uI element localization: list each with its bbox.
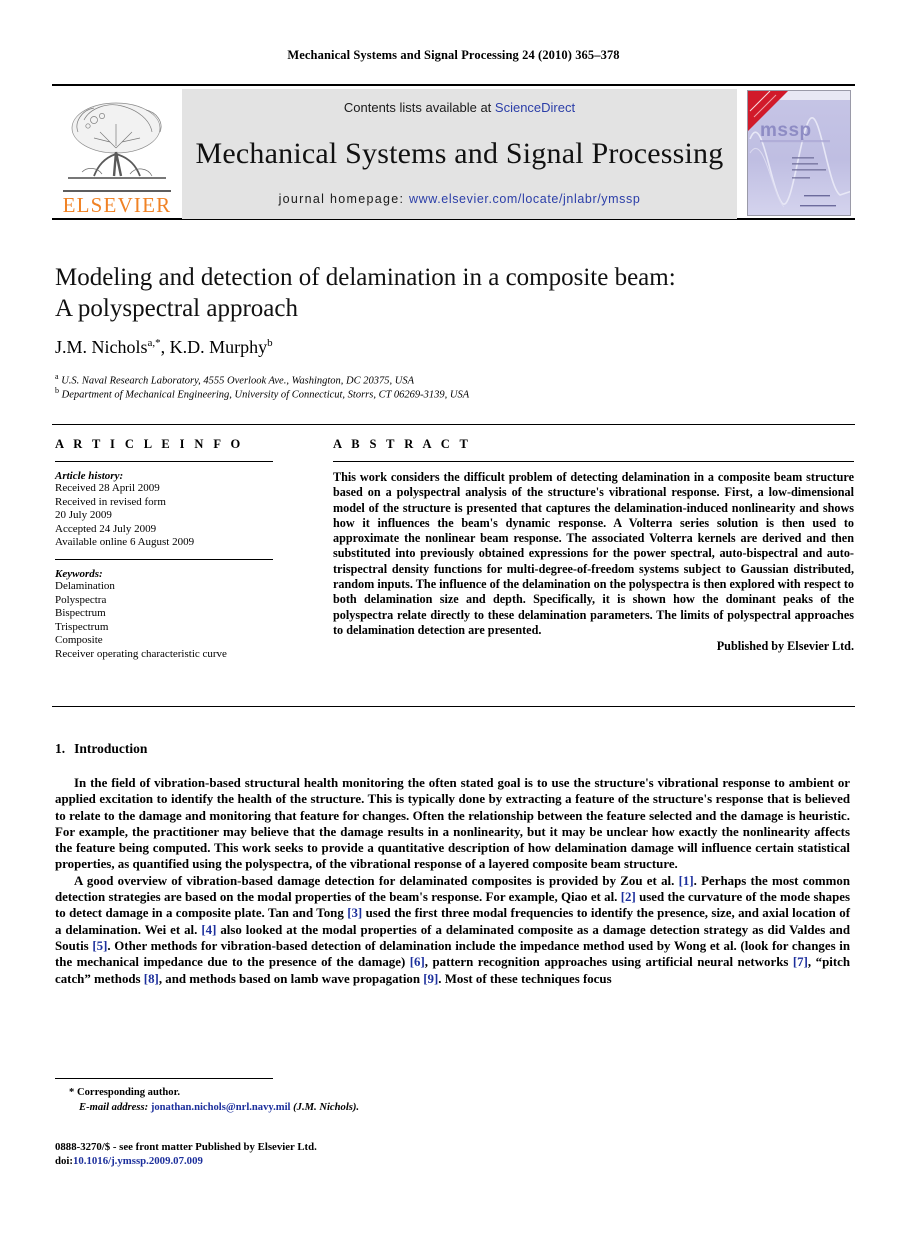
keywords-block: Keywords: Delamination Polyspectra Bispe… bbox=[55, 568, 273, 662]
article-history-heading: Article history: bbox=[55, 470, 124, 482]
elsevier-logo-rule bbox=[63, 190, 171, 192]
history-item: Received in revised form bbox=[55, 495, 166, 508]
keyword-item: Receiver operating characteristic curve bbox=[55, 647, 227, 660]
author-list: J.M. Nicholsa,*, K.D. Murphyb bbox=[55, 337, 273, 357]
keywords-divider bbox=[55, 558, 273, 560]
citation-link[interactable]: [6] bbox=[410, 955, 425, 969]
affiliation-b-mark: b bbox=[55, 386, 59, 395]
info-rule-bottom bbox=[52, 706, 855, 707]
contents-available-line: Contents lists available at ScienceDirec… bbox=[344, 100, 575, 115]
paragraph: In the field of vibration-based structur… bbox=[55, 775, 850, 873]
footnote-rule bbox=[55, 1078, 273, 1079]
sciencedirect-link[interactable]: ScienceDirect bbox=[495, 100, 575, 115]
author-name-1: J.M. Nichols bbox=[55, 337, 148, 357]
history-item: 20 July 2009 bbox=[55, 509, 112, 522]
doi-line: doi:10.1016/j.ymssp.2009.07.009 bbox=[55, 1154, 575, 1168]
journal-title: Mechanical Systems and Signal Processing bbox=[195, 136, 724, 170]
article-info-divider bbox=[55, 461, 273, 462]
section-number: 1. bbox=[55, 741, 66, 756]
keyword-item: Polyspectra bbox=[55, 593, 107, 606]
elsevier-wordmark: ELSEVIER bbox=[62, 193, 172, 217]
citation-link[interactable]: [4] bbox=[201, 923, 216, 937]
text-run: , and methods based on lamb wave propaga… bbox=[158, 971, 424, 986]
article-title-line-1: Modeling and detection of delamination i… bbox=[55, 264, 676, 291]
footnote-block: * Corresponding author. E-mail address: … bbox=[55, 1086, 575, 1115]
doi-label: doi: bbox=[55, 1155, 73, 1168]
journal-cover-thumbnail[interactable]: mssp bbox=[747, 89, 855, 219]
issn-line: 0888-3270/$ - see front matter Published… bbox=[55, 1141, 317, 1153]
abstract-publisher-note: Published by Elsevier Ltd. bbox=[716, 639, 854, 654]
author-name-2: K.D. Murphy bbox=[169, 337, 268, 357]
affiliation-b: b Department of Mechanical Engineering, … bbox=[55, 384, 845, 403]
author-marks-1: a,* bbox=[147, 337, 161, 349]
article-title-line-2: A polyspectral approach bbox=[55, 295, 298, 322]
info-rule-top bbox=[52, 424, 855, 425]
email-address-note: E-mail address: jonathan.nichols@nrl.nav… bbox=[55, 1101, 575, 1116]
article-history-block: Article history: Received 28 April 2009 … bbox=[55, 470, 273, 550]
contents-prefix: Contents lists available at bbox=[343, 100, 495, 115]
history-item: Received 28 April 2009 bbox=[55, 482, 160, 494]
abstract-body: This work considers the difficult proble… bbox=[333, 470, 854, 637]
citation-link[interactable]: [5] bbox=[92, 939, 107, 953]
svg-text:mssp: mssp bbox=[760, 120, 812, 141]
journal-homepage-line: journal homepage: www.elsevier.com/locat… bbox=[279, 192, 641, 206]
citation-link[interactable]: [9] bbox=[423, 972, 438, 986]
section-title: Introduction bbox=[74, 741, 148, 756]
contents-panel: Contents lists available at ScienceDirec… bbox=[182, 89, 737, 219]
citation-link[interactable]: [1] bbox=[679, 874, 694, 888]
affiliation-b-text: Department of Mechanical Engineering, Un… bbox=[61, 389, 470, 401]
elsevier-tree-icon bbox=[64, 98, 170, 190]
section-heading-introduction: 1. Introduction bbox=[55, 741, 147, 757]
running-head: Mechanical Systems and Signal Processing… bbox=[287, 48, 620, 62]
text-run: In the field of vibration-based structur… bbox=[55, 776, 850, 872]
elsevier-logo: ELSEVIER bbox=[52, 89, 182, 219]
author-marks-2: b bbox=[267, 337, 273, 349]
citation-link[interactable]: [8] bbox=[144, 972, 159, 986]
affiliation-a-mark: a bbox=[55, 372, 59, 381]
citation-link[interactable]: [7] bbox=[793, 955, 808, 969]
keywords-heading: Keywords: bbox=[55, 567, 103, 580]
journal-homepage-link[interactable]: www.elsevier.com/locate/jnlabr/ymssp bbox=[409, 192, 640, 206]
paragraph: A good overview of vibration-based damag… bbox=[55, 873, 850, 987]
history-item: Available online 6 August 2009 bbox=[55, 536, 195, 549]
keyword-item: Bispectrum bbox=[55, 607, 106, 620]
imprint-block: 0888-3270/$ - see front matter Published… bbox=[55, 1140, 575, 1168]
journal-article-page: Mechanical Systems and Signal Processing… bbox=[0, 0, 907, 1238]
abstract-heading: A B S T R A C T bbox=[333, 437, 472, 451]
text-run: A good overview of vibration-based damag… bbox=[74, 873, 679, 888]
article-info-heading: A R T I C L E I N F O bbox=[55, 437, 244, 451]
email-label: E-mail address: bbox=[79, 1101, 149, 1113]
article-title: Modeling and detection of delamination i… bbox=[55, 262, 845, 324]
email-link[interactable]: jonathan.nichols@nrl.navy.mil bbox=[151, 1102, 291, 1113]
abstract-divider bbox=[333, 461, 854, 462]
abstract-column: A B S T R A C T This work considers the … bbox=[333, 437, 854, 655]
history-item: Accepted 24 July 2009 bbox=[55, 522, 157, 535]
journal-masthead: ELSEVIER Contents lists available at Sci… bbox=[52, 84, 855, 220]
email-suffix: (J.M. Nichols). bbox=[293, 1101, 360, 1113]
text-run: , pattern recognition approaches using a… bbox=[424, 955, 793, 970]
text-run: . Most of these techniques focus bbox=[438, 971, 612, 986]
citation-link[interactable]: [2] bbox=[621, 890, 636, 904]
homepage-prefix: journal homepage: bbox=[278, 192, 409, 206]
citation-link[interactable]: [3] bbox=[347, 906, 362, 920]
keyword-item: Delamination bbox=[55, 579, 115, 592]
doi-link[interactable]: 10.1016/j.ymssp.2009.07.009 bbox=[73, 1155, 203, 1167]
corresponding-author-note: * Corresponding author. bbox=[69, 1087, 180, 1098]
keyword-item: Trispectrum bbox=[55, 620, 109, 633]
keyword-item: Composite bbox=[55, 634, 103, 647]
article-info-column: A R T I C L E I N F O Article history: R… bbox=[55, 437, 273, 662]
body-text: In the field of vibration-based structur… bbox=[55, 775, 850, 987]
